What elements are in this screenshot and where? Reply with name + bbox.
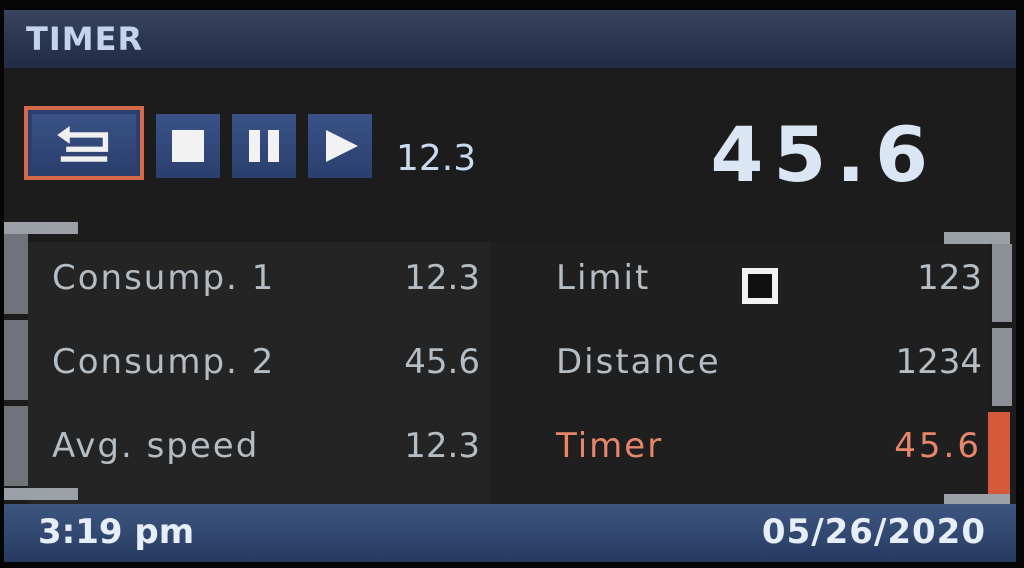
right-rail-active-segment [988, 412, 1010, 494]
status-bar: 3:19 pm 05/26/2020 [4, 504, 1016, 562]
left-rail-segment [4, 406, 28, 486]
pause-button[interactable] [232, 114, 296, 178]
right-rail-segment [992, 328, 1012, 406]
right-rail-segment [992, 244, 1012, 322]
play-button[interactable] [308, 114, 372, 178]
display-screen: TIMER 12.3 45.6 Consump. 1 12.3 Consump.… [4, 10, 1016, 562]
back-button[interactable] [24, 106, 144, 180]
row-value-limit: 123 [917, 258, 982, 298]
row-value-distance: 1234 [895, 342, 982, 382]
clock-time: 3:19 pm [38, 512, 195, 552]
stop-icon [172, 130, 204, 162]
row-value-consump-2: 45.6 [404, 342, 480, 382]
big-timer-value: 45.6 [710, 110, 938, 199]
row-label-timer[interactable]: Timer [556, 426, 663, 466]
row-label-avg-speed[interactable]: Avg. speed [52, 426, 259, 466]
return-arrow-icon [57, 126, 109, 162]
left-bracket-bottom [4, 488, 78, 500]
right-bracket-top [944, 232, 1010, 244]
pause-icon [249, 130, 279, 162]
row-label-consump-1[interactable]: Consump. 1 [52, 258, 275, 298]
title-bar: TIMER [4, 10, 1016, 68]
clock-date: 05/26/2020 [761, 512, 986, 552]
left-rail-segment [4, 320, 28, 400]
left-rail-segment [4, 234, 28, 314]
left-bracket-top [4, 222, 78, 234]
page-title: TIMER [26, 20, 144, 58]
row-value-consump-1: 12.3 [404, 258, 480, 298]
row-value-timer: 45.6 [894, 426, 982, 466]
limit-checkbox[interactable] [742, 268, 778, 304]
play-icon [326, 130, 358, 162]
row-label-distance[interactable]: Distance [556, 342, 721, 382]
row-label-limit[interactable]: Limit [556, 258, 650, 298]
stop-button[interactable] [156, 114, 220, 178]
small-timer-value: 12.3 [396, 138, 477, 179]
row-label-consump-2[interactable]: Consump. 2 [52, 342, 275, 382]
row-value-avg-speed: 12.3 [404, 426, 480, 466]
